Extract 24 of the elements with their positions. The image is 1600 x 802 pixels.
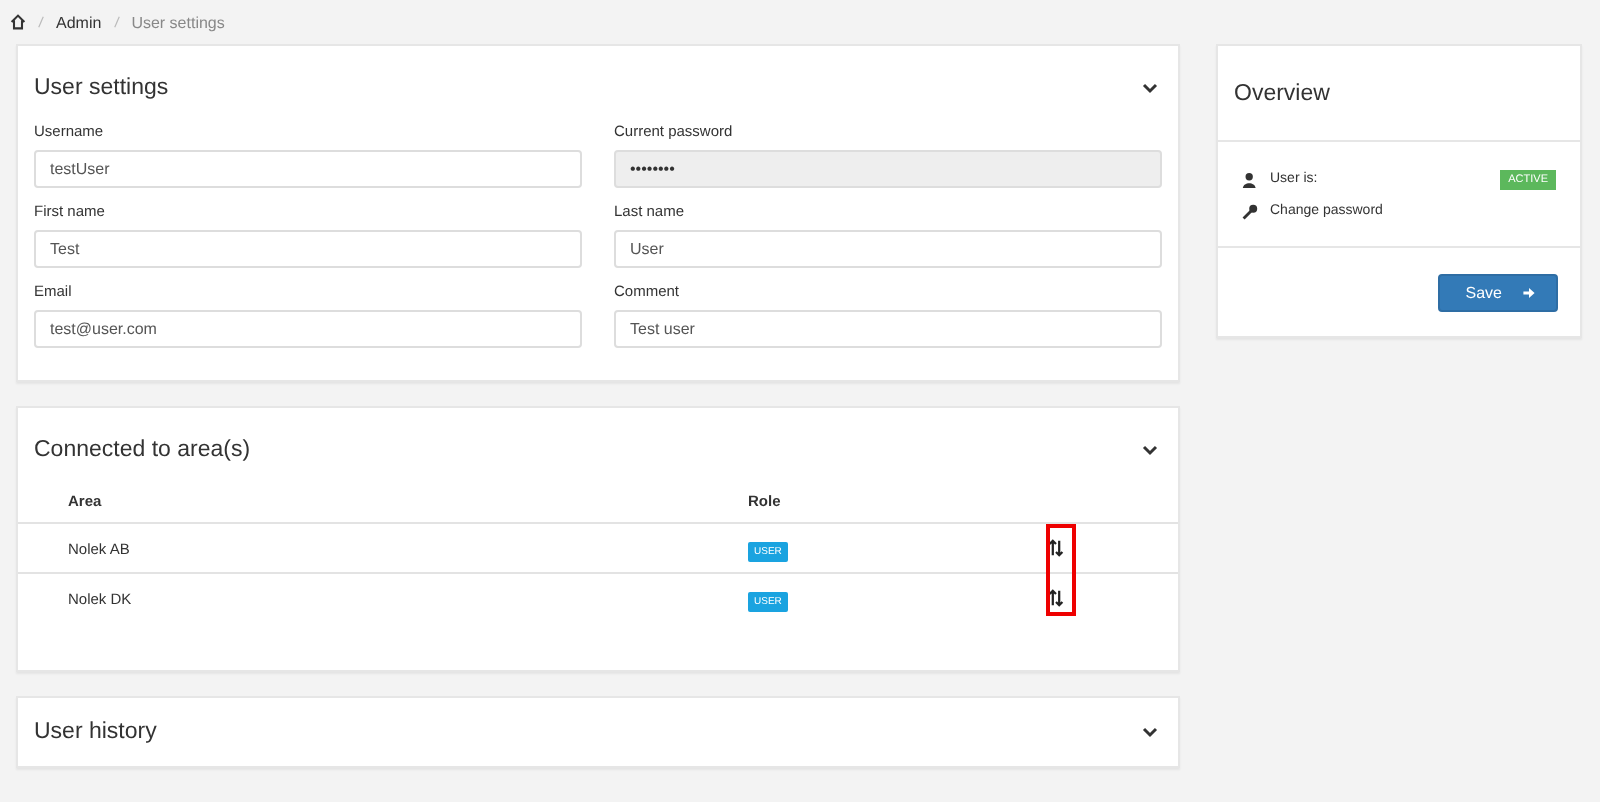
card-title: Overview: [1234, 81, 1330, 105]
separator-icon: [113, 16, 120, 28]
input-field[interactable]: Test user: [614, 310, 1162, 348]
input-field[interactable]: Test: [34, 230, 582, 268]
separator-icon: [38, 16, 44, 28]
breadcrumb-link[interactable]: Admin: [56, 13, 102, 31]
chevron-icon[interactable]: [1142, 82, 1158, 94]
arrow-icon: [1522, 285, 1536, 299]
input-field[interactable]: testUser: [34, 150, 582, 188]
user-icon: [1242, 171, 1258, 187]
card-title: User settings: [34, 76, 169, 100]
input-field[interactable]: User: [614, 230, 1162, 268]
card-title: User history: [34, 720, 157, 744]
highlight-frame: [1046, 524, 1076, 616]
breadcrumb-current: User settings: [131, 13, 225, 31]
swap-icon[interactable]: [1048, 538, 1064, 558]
key-icon: [1242, 203, 1258, 219]
save-button[interactable]: Save: [1437, 273, 1558, 311]
home-icon[interactable]: [10, 14, 26, 30]
swap-icon[interactable]: [1048, 588, 1064, 608]
input-field[interactable]: test@user.com: [34, 310, 582, 348]
chevron-icon[interactable]: [1142, 444, 1158, 456]
card-title: Connected to area(s): [34, 438, 251, 462]
chevron-icon[interactable]: [1142, 726, 1158, 738]
